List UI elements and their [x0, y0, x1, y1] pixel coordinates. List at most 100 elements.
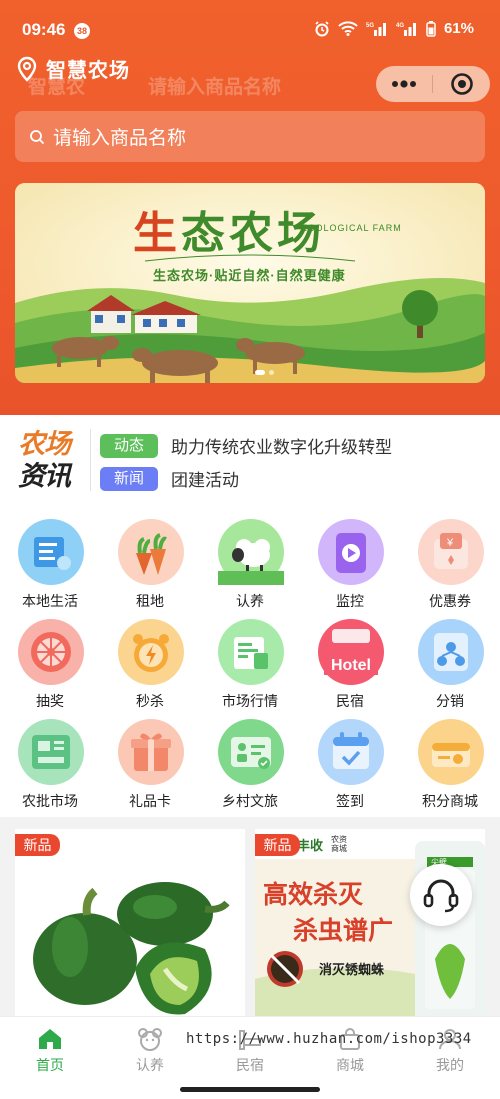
check-in-icon [318, 719, 384, 785]
ad-headline-1: 高效杀灭 [263, 881, 364, 909]
watermark-url: https://www.huzhan.com/ishop3334 [186, 1031, 472, 1047]
search-input[interactable]: 请输入商品名称 [15, 111, 485, 162]
news-text: 团建活动 [171, 471, 239, 490]
wholesale-icon [18, 719, 84, 785]
points-mall-icon [418, 719, 484, 785]
page-title: 智慧农场 [46, 60, 130, 82]
svg-text:5G: 5G [366, 23, 374, 29]
miniprogram-capsule [376, 66, 490, 102]
signal-5g-icon: 5G [366, 23, 386, 36]
rural-tourism-icon [218, 719, 284, 785]
grid-item-rural-tourism[interactable]: 乡村文旅 [200, 707, 300, 809]
monitor-icon [318, 519, 384, 585]
ghost-search: 请输入商品名称 [148, 77, 282, 98]
farm-news-section: 农场 资讯 动态 助力传统农业数字化升级转型 新闻 团建活动 [0, 415, 500, 507]
grid-item-adopt[interactable]: 认养 [200, 507, 300, 609]
adopt-sheep-icon [218, 519, 284, 585]
new-product-tag: 新品 [255, 834, 300, 856]
tab-label: 民宿 [236, 1057, 264, 1073]
banner-subtitle: 生态农场·贴近自然·自然更健康 [153, 268, 346, 283]
distribution-icon [418, 619, 484, 685]
news-logo-line1: 农场 [18, 429, 71, 459]
flash-sale-icon [118, 619, 184, 685]
close-miniprogram-button[interactable] [433, 66, 490, 102]
wifi-icon [338, 21, 358, 36]
status-time: 09:46 [22, 20, 66, 39]
grid-label: 积分商城 [422, 793, 478, 809]
grid-item-rent-land[interactable]: 租地 [100, 507, 200, 609]
news-tag: 新闻 [100, 466, 158, 491]
tab-adopt[interactable]: 认养 [100, 1027, 200, 1075]
svg-text:Hotel: Hotel [331, 657, 371, 674]
status-bar: 09:46 38 5G 4G 61% [0, 0, 500, 50]
ad-brand: 丰收 [297, 838, 324, 853]
grid-item-points-mall[interactable]: 积分商城 [400, 707, 500, 809]
home-indicator[interactable] [180, 1087, 320, 1092]
svg-text:4G: 4G [396, 23, 404, 29]
new-product-tag: 新品 [15, 834, 60, 856]
search-placeholder: 请输入商品名称 [53, 128, 187, 149]
news-divider [90, 429, 91, 491]
gift-card-icon [118, 719, 184, 785]
bear-icon [138, 1028, 162, 1051]
banner-title: 生态农场 [133, 197, 325, 261]
grid-label: 礼品卡 [129, 793, 171, 809]
market-trend-icon [218, 619, 284, 685]
tab-label: 商城 [336, 1057, 364, 1073]
banner-dot[interactable] [269, 370, 274, 375]
tab-label: 认养 [136, 1057, 164, 1073]
more-menu-button[interactable] [376, 66, 432, 102]
grid-item-local-life[interactable]: 本地生活 [0, 507, 100, 609]
news-item-news[interactable]: 新闻 团建活动 [100, 466, 239, 491]
grid-item-coupon[interactable]: ¥ 优惠券 [400, 507, 500, 609]
target-close-icon [450, 73, 473, 95]
green-pepper-image [15, 829, 245, 1029]
banner-dot-active[interactable] [255, 370, 265, 375]
banner-title-accent: 生 [133, 208, 181, 259]
grid-item-flash-sale[interactable]: 秒杀 [100, 607, 200, 709]
feature-grid: 本地生活 租地 认养 监控 ¥ 优惠券 抽奖 秒杀 市场行情 Hotel 民宿 … [0, 507, 500, 817]
lottery-icon [18, 619, 84, 685]
headset-icon [423, 879, 459, 913]
ad-headline-2: 杀虫谱广 [293, 917, 394, 945]
location-selector[interactable]: 智慧农场 [16, 54, 130, 83]
banner-subtitle-en: ECOLOGICAL FARM [301, 223, 402, 233]
tab-label: 首页 [36, 1057, 64, 1073]
grid-label: 签到 [336, 793, 364, 809]
grid-label: 乡村文旅 [222, 793, 278, 809]
product-card[interactable]: 新品 [15, 829, 245, 1029]
search-icon [30, 129, 45, 144]
grid-item-gift-card[interactable]: 礼品卡 [100, 707, 200, 809]
tab-label: 我的 [436, 1057, 464, 1073]
grid-item-market-trend[interactable]: 市场行情 [200, 607, 300, 709]
product-feed: 新品 丰收 农资商城 高效杀灭 杀虫谱广 消灭锈蜘蛛 尖壁 新品 [0, 817, 500, 1029]
grid-label: 农批市场 [22, 793, 78, 809]
rent-land-icon [118, 519, 184, 585]
banner-carousel[interactable]: 生态农场 ECOLOGICAL FARM 生态农场·贴近自然·自然更健康 [15, 183, 485, 383]
location-pin-icon [17, 56, 37, 82]
more-dots-icon [392, 80, 416, 88]
grid-item-check-in[interactable]: 签到 [300, 707, 400, 809]
alarm-icon [315, 20, 329, 36]
grid-item-monitor[interactable]: 监控 [300, 507, 400, 609]
grid-item-wholesale[interactable]: 农批市场 [0, 707, 100, 809]
news-item-dynamic[interactable]: 动态 助力传统农业数字化升级转型 [100, 433, 392, 458]
ad-headline-3: 消灭锈蜘蛛 [319, 962, 385, 977]
news-text: 助力传统农业数字化升级转型 [171, 438, 392, 457]
grid-item-distribution[interactable]: 分销 [400, 607, 500, 709]
signal-4g-icon: 4G [396, 23, 416, 36]
grid-item-hotel[interactable]: Hotel 民宿 [300, 607, 400, 709]
coupon-icon: ¥ [418, 519, 484, 585]
local-life-icon [18, 519, 84, 585]
home-icon [39, 1029, 61, 1049]
battery-percent: 61% [443, 20, 474, 37]
banner-pagination [255, 370, 274, 375]
battery-icon [426, 20, 436, 37]
customer-service-button[interactable] [410, 864, 472, 926]
notification-badge: 38 [74, 23, 90, 39]
tab-home[interactable]: 首页 [0, 1027, 100, 1075]
product-card[interactable]: 丰收 农资商城 高效杀灭 杀虫谱广 消灭锈蜘蛛 尖壁 新品 [255, 829, 485, 1029]
news-tag: 动态 [100, 433, 158, 458]
grid-item-lottery[interactable]: 抽奖 [0, 607, 100, 709]
svg-text:¥: ¥ [446, 537, 454, 549]
